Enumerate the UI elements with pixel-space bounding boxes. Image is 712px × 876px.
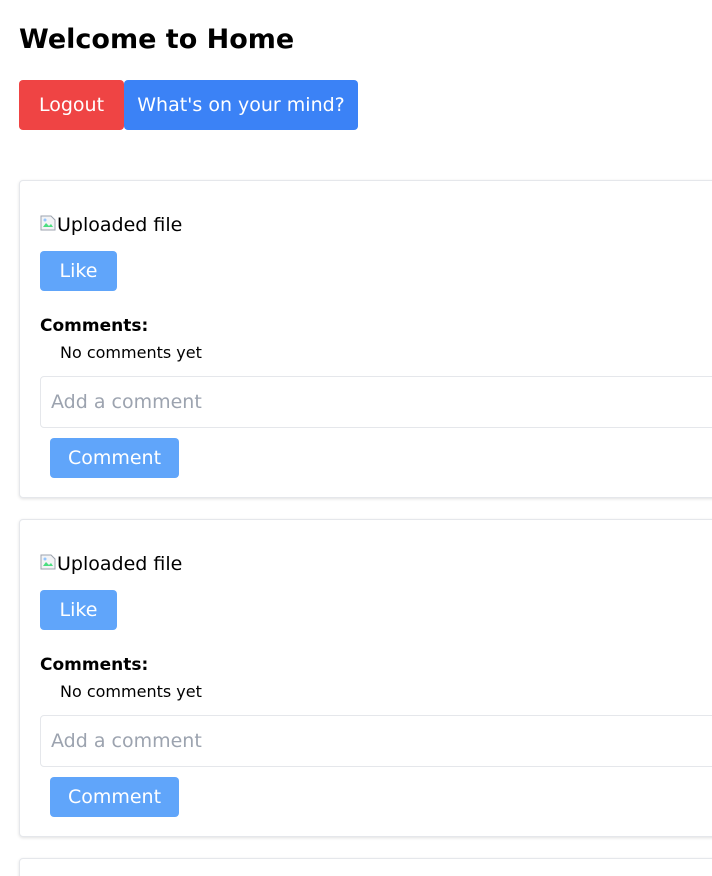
comments-heading: Comments:: [40, 655, 149, 675]
logout-button[interactable]: Logout: [19, 80, 124, 130]
like-button[interactable]: Like: [40, 590, 117, 630]
top-actions: Logout What's on your mind?: [19, 80, 358, 130]
post-image-alt-text: Uploaded file: [57, 553, 183, 575]
post-image-alt-text: Uploaded file: [57, 214, 183, 236]
broken-image-icon: [40, 213, 56, 231]
comment-button[interactable]: Comment: [50, 438, 179, 478]
comment-button[interactable]: Comment: [50, 777, 179, 817]
comment-input[interactable]: [40, 376, 712, 428]
page-title: Welcome to Home: [19, 24, 295, 55]
no-comments-text: No comments yet: [60, 682, 202, 701]
no-comments-text: No comments yet: [60, 343, 202, 362]
comments-heading: Comments:: [40, 316, 149, 336]
broken-image-icon: [40, 552, 56, 570]
post-card: Uploaded file Like Comments: No comments…: [19, 519, 712, 837]
post-card: [19, 858, 712, 876]
post-image: Uploaded file: [40, 213, 182, 237]
like-button[interactable]: Like: [40, 251, 117, 291]
comment-input[interactable]: [40, 715, 712, 767]
post-card: Uploaded file Like Comments: No comments…: [19, 180, 712, 498]
home-page: Welcome to Home Logout What's on your mi…: [0, 0, 712, 876]
post-image: Uploaded file: [40, 552, 182, 576]
whats-on-your-mind-button[interactable]: What's on your mind?: [124, 80, 358, 130]
